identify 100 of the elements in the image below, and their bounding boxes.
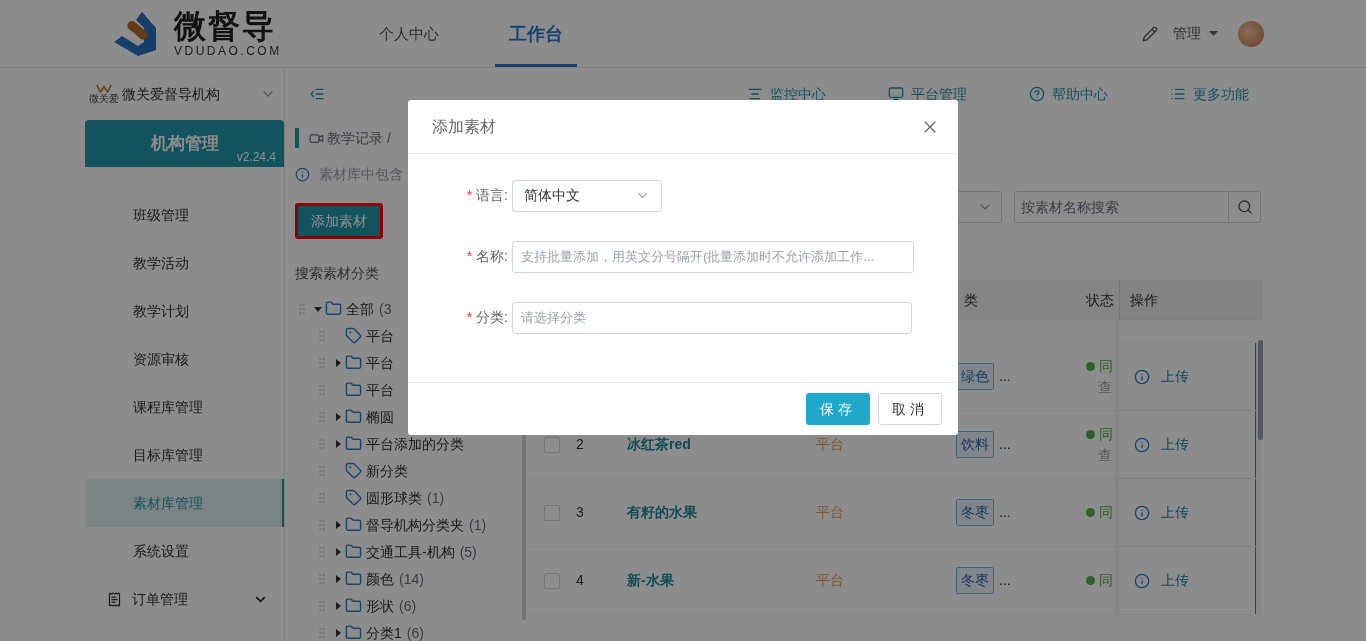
info-icon[interactable] (1134, 368, 1150, 385)
edit-icon[interactable] (1142, 25, 1158, 42)
menu-item[interactable]: 资源审核 (85, 335, 284, 383)
row-index: 3 (576, 503, 584, 522)
menu-item[interactable]: 课程库管理 (85, 383, 284, 431)
caret-right-icon[interactable] (334, 412, 342, 421)
caret-right-icon[interactable] (334, 439, 342, 448)
info-icon[interactable] (1134, 504, 1150, 521)
info-icon (295, 166, 310, 182)
category-tag: 饮料 (956, 431, 994, 458)
add-material-button[interactable]: 添加素材 (295, 203, 383, 239)
caret-right-icon[interactable] (334, 547, 342, 556)
more-text: ... (999, 435, 1011, 454)
tree-item-count: (3 (379, 300, 392, 317)
tree-item[interactable]: 平台 (366, 354, 394, 371)
tag-icon (345, 489, 362, 506)
user-menu[interactable]: 管理 (1173, 23, 1218, 44)
tree-item[interactable]: 平台 (366, 381, 394, 398)
monitor-icon (888, 86, 904, 102)
logo-subtext: VDUDAO.COM (174, 45, 282, 57)
tree-item[interactable]: 形状 (366, 597, 394, 614)
caret-right-icon[interactable] (334, 574, 342, 583)
tree-item-count: (1) (427, 489, 445, 506)
menu-item[interactable]: 订单管理 (85, 575, 284, 623)
caret-right-icon[interactable] (334, 358, 342, 367)
upload-link[interactable]: 上传 (1161, 502, 1189, 523)
tree-item[interactable]: 椭圆 (366, 408, 394, 425)
version-label: v2.24.4 (236, 151, 276, 163)
caret-right-icon[interactable] (334, 628, 342, 637)
upload-link[interactable]: 上传 (1161, 570, 1189, 591)
row-checkbox[interactable] (544, 504, 560, 521)
toolbar-link[interactable]: 平台管理 (888, 83, 967, 105)
org-name[interactable]: 微关爱督导机构 (122, 83, 220, 105)
toolbar-link[interactable]: 更多功能 (1170, 83, 1249, 105)
toolbar-link[interactable]: 帮助中心 (1029, 83, 1108, 105)
folder-icon (345, 381, 362, 398)
material-name-link[interactable]: 新-水果 (627, 570, 674, 591)
tree-item[interactable]: 平台 (366, 327, 394, 344)
upload-link[interactable]: 上传 (1161, 366, 1189, 387)
tree-item-count: (1) (469, 516, 487, 533)
row-checkbox[interactable] (544, 436, 560, 453)
field-label: * 名称: (465, 247, 509, 266)
folder-icon (345, 543, 362, 560)
row-checkbox[interactable] (544, 572, 560, 589)
breadcrumb[interactable]: 教学记录 / (327, 127, 391, 149)
scrollbar-thumb[interactable] (1258, 340, 1263, 440)
source-text: 平台 (816, 571, 844, 590)
language-select[interactable]: 简体中文 (512, 179, 662, 212)
tree-item[interactable]: 圆形球类 (366, 489, 422, 506)
material-name-link[interactable]: 有籽的水果 (627, 502, 697, 523)
tree-item-count: (6) (406, 624, 424, 641)
tree-item[interactable]: 分类1 (366, 624, 402, 641)
source-text: 平台 (816, 435, 844, 454)
menu-item[interactable]: 目标库管理 (85, 431, 284, 479)
folder-icon (345, 354, 362, 371)
menu-item[interactable]: 系统设置 (85, 527, 284, 575)
text-input[interactable]: 请选择分类 (512, 301, 912, 334)
tree-item[interactable]: 平台添加的分类 (366, 435, 464, 452)
caret-right-icon[interactable] (334, 520, 342, 529)
more-text: ... (999, 367, 1011, 386)
tree-item[interactable]: 督导机构分类夹 (366, 516, 464, 533)
folder-icon (345, 597, 362, 614)
more-text: ... (999, 571, 1011, 590)
tree-item-count: (14) (399, 570, 424, 587)
cancel-button[interactable]: 取消 (878, 393, 942, 425)
collapse-menu-icon[interactable] (309, 86, 325, 102)
align-icon (747, 86, 763, 102)
field-label: * 语言: (465, 186, 509, 205)
tree-item[interactable]: 交通工具-机构 (366, 543, 455, 560)
folder-icon (345, 624, 362, 641)
upload-link[interactable]: 上传 (1161, 434, 1189, 455)
info-icon[interactable] (1134, 572, 1150, 589)
nav-tab[interactable]: 工作台 (494, 0, 577, 67)
tree-item[interactable]: 全部 (346, 300, 374, 317)
search-icon (1236, 199, 1253, 215)
search-field[interactable]: 按素材名称搜索 (1014, 191, 1229, 223)
save-button[interactable]: 保存 (806, 393, 870, 425)
info-icon[interactable] (1134, 436, 1150, 453)
search-button[interactable] (1229, 191, 1261, 223)
nav-tab[interactable]: 个人中心 (364, 0, 453, 67)
folder-icon (345, 570, 362, 587)
tree-item[interactable]: 颜色 (366, 570, 394, 587)
folder-icon (345, 516, 362, 533)
material-name-link[interactable]: 冰红茶red (627, 434, 691, 455)
column-header: 状态 (1086, 290, 1115, 310)
status-text: 同 (1099, 424, 1113, 444)
tree-item[interactable]: 新分类 (366, 462, 408, 479)
category-tag: 冬枣 (956, 499, 994, 526)
caret-right-icon[interactable] (334, 601, 342, 610)
text-input[interactable]: 支持批量添加，用英文分号隔开(批量添加时不允许添加工作... (512, 240, 914, 273)
tag-icon (345, 462, 362, 479)
menu-item[interactable]: 教学计划 (85, 287, 284, 335)
caret-down-icon[interactable] (314, 304, 322, 313)
status-text: 同 (1099, 571, 1113, 590)
field-label: * 分类: (465, 308, 509, 327)
tag-icon (345, 327, 362, 344)
menu-item[interactable]: 教学活动 (85, 239, 284, 287)
menu-item[interactable]: 班级管理 (85, 191, 284, 239)
avatar[interactable] (1238, 20, 1264, 47)
row-index: 2 (576, 435, 584, 454)
